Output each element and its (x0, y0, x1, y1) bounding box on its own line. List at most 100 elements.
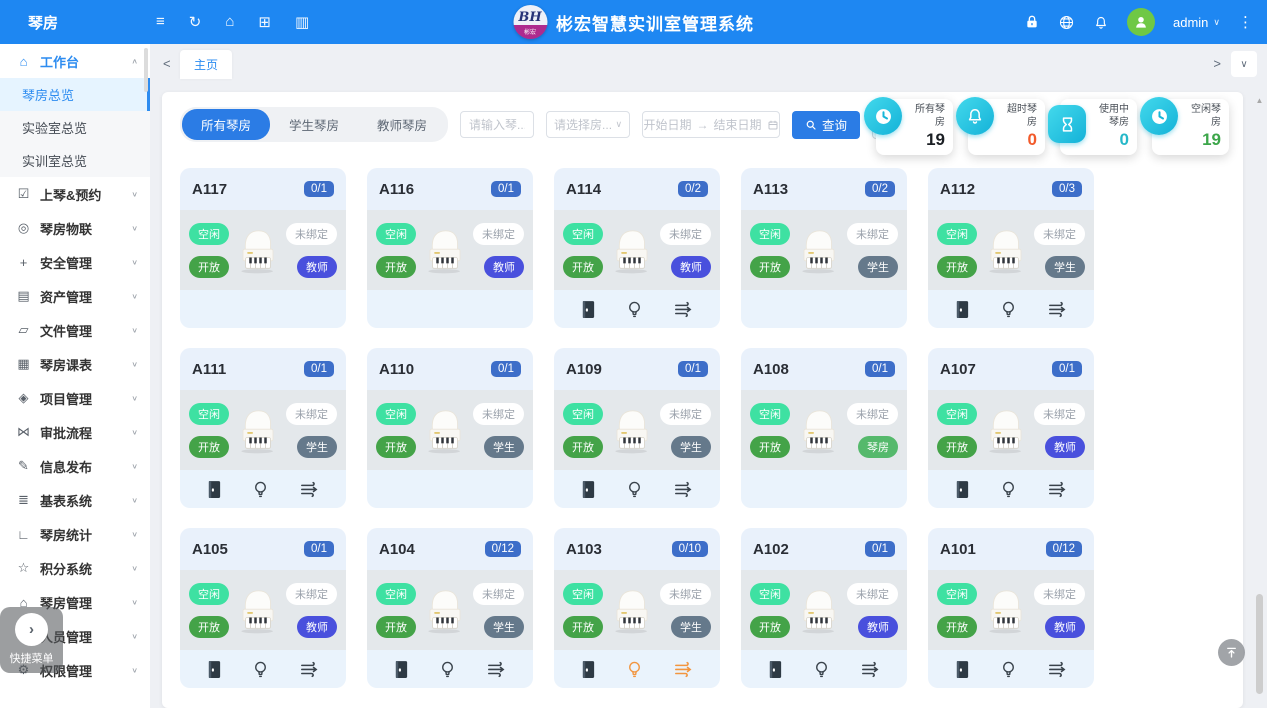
sidebar-item-schedule[interactable]: ▦ 琴房课表 ∨ (0, 347, 150, 381)
sidebar-item-checkbox[interactable]: ☑ 上琴&预约 ∨ (0, 177, 150, 211)
air-icon[interactable] (673, 660, 693, 678)
door-icon[interactable] (955, 300, 970, 319)
tab-actions-button[interactable]: ∨ (1231, 51, 1257, 77)
door-icon[interactable] (581, 480, 596, 499)
room-card-A109[interactable]: A109 0/1 空闲 开放 (554, 348, 720, 508)
air-icon[interactable] (1047, 660, 1067, 678)
room-open-tag: 开放 (937, 616, 977, 638)
air-icon[interactable] (673, 480, 693, 498)
sidebar-item-home[interactable]: ⌂ 工作台 ∧ (0, 44, 150, 78)
sidebar-item-publish[interactable]: ✎ 信息发布 ∨ (0, 449, 150, 483)
refresh-icon[interactable]: ↻ (189, 13, 202, 31)
room-select[interactable]: 请选择房... ∨ (546, 111, 630, 138)
sidebar-item-assets[interactable]: ▤ 资产管理 ∨ (0, 279, 150, 313)
sidebar-item-pin[interactable]: ◎ 琴房物联 ∨ (0, 211, 150, 245)
light-icon[interactable] (252, 480, 269, 499)
door-icon[interactable] (207, 660, 222, 679)
room-card-A117[interactable]: A117 0/1 空闲 开放 (180, 168, 346, 328)
light-icon[interactable] (439, 660, 456, 679)
quick-menu-overlay[interactable]: › 快捷菜单 (0, 607, 63, 673)
room-card-A111[interactable]: A111 0/1 空闲 开放 (180, 348, 346, 508)
room-card-A101[interactable]: A101 0/12 空闲 开放 (928, 528, 1094, 688)
sidebar-item-tables[interactable]: ≣ 基表系统 ∨ (0, 483, 150, 517)
date-range-picker[interactable]: 开始日期 → 结束日期 (642, 111, 780, 138)
dashboard-icon[interactable]: ▥ (295, 13, 309, 31)
quick-menu-expand-button[interactable]: › (15, 613, 48, 646)
sidebar-subitem[interactable]: 琴房总览 (0, 78, 150, 111)
more-options-icon[interactable]: ⋮ (1238, 13, 1253, 31)
room-card-A107[interactable]: A107 0/1 空闲 开放 (928, 348, 1094, 508)
sidebar-subitem[interactable]: 实验室总览 (0, 111, 150, 144)
room-card-A116[interactable]: A116 0/1 空闲 开放 (367, 168, 533, 328)
door-icon[interactable] (955, 480, 970, 499)
door-icon[interactable] (394, 660, 409, 679)
search-input[interactable] (460, 111, 534, 138)
door-icon[interactable] (207, 480, 222, 499)
sidebar-item-project[interactable]: ◈ 项目管理 ∨ (0, 381, 150, 415)
room-card-A103[interactable]: A103 0/10 空闲 开放 (554, 528, 720, 688)
tabs-scroll-left-icon[interactable]: < (163, 56, 171, 71)
room-card-header: A104 0/12 (367, 528, 533, 570)
air-icon[interactable] (299, 660, 319, 678)
bell-icon[interactable] (1093, 14, 1109, 31)
filter-segment-0[interactable]: 所有琴房 (182, 109, 270, 140)
query-button[interactable]: 查询 (792, 111, 860, 139)
chevron-icon: ∨ (131, 496, 138, 505)
sidebar-item-files[interactable]: ▱ 文件管理 ∨ (0, 313, 150, 347)
door-icon[interactable] (955, 660, 970, 679)
air-icon[interactable] (299, 480, 319, 498)
apps-grid-icon[interactable]: ⊞ (258, 13, 271, 31)
room-card-A105[interactable]: A105 0/1 空闲 开放 (180, 528, 346, 688)
door-icon[interactable] (768, 660, 783, 679)
back-to-top-button[interactable] (1218, 639, 1245, 666)
globe-icon[interactable] (1058, 14, 1075, 31)
light-icon[interactable] (813, 660, 830, 679)
door-icon[interactable] (581, 300, 596, 319)
sidebar-subitem[interactable]: 实训室总览 (0, 144, 150, 177)
light-icon[interactable] (626, 300, 643, 319)
piano-icon (792, 585, 846, 635)
avatar[interactable] (1127, 8, 1155, 36)
scrollbar-thumb[interactable] (1256, 594, 1263, 694)
sidebar-item-stats[interactable]: ∟ 琴房统计 ∨ (0, 517, 150, 551)
air-icon[interactable] (860, 660, 880, 678)
room-card-A113[interactable]: A113 0/2 空闲 开放 (741, 168, 907, 328)
light-icon[interactable] (1000, 480, 1017, 499)
filter-segment-2[interactable]: 教师琴房 (358, 109, 446, 140)
user-menu[interactable]: admin ∨ (1173, 15, 1220, 30)
tabs-scroll-right-icon[interactable]: > (1213, 56, 1221, 71)
main-scrollbar[interactable]: ▲ (1255, 96, 1264, 706)
sidebar-item-flow[interactable]: ⋈ 审批流程 ∨ (0, 415, 150, 449)
lock-icon[interactable] (1024, 14, 1040, 30)
room-card-A114[interactable]: A114 0/2 空闲 开放 (554, 168, 720, 328)
light-icon[interactable] (252, 660, 269, 679)
tab-home[interactable]: 主页 (180, 50, 232, 79)
chevron-icon: ∨ (131, 598, 138, 607)
chevron-icon: ∨ (131, 326, 138, 335)
door-icon[interactable] (581, 660, 596, 679)
calendar-icon (767, 119, 779, 131)
room-name: A110 (379, 361, 414, 378)
menu-fold-icon[interactable]: ≡ (156, 13, 165, 31)
scroll-up-icon[interactable]: ▲ (1255, 96, 1264, 105)
sidebar-item-points[interactable]: ☆ 积分系统 ∨ (0, 551, 150, 585)
light-icon[interactable] (1000, 660, 1017, 679)
room-card-body: 空闲 开放 未绑定 教师 (928, 390, 1094, 470)
room-card-A102[interactable]: A102 0/1 空闲 开放 (741, 528, 907, 688)
sidebar-item-shield[interactable]: + 安全管理 ∨ (0, 245, 150, 279)
air-icon[interactable] (486, 660, 506, 678)
room-card-header: A113 0/2 (741, 168, 907, 210)
light-icon[interactable] (1000, 300, 1017, 319)
room-bind-tag: 未绑定 (286, 403, 337, 425)
room-card-A112[interactable]: A112 0/3 空闲 开放 (928, 168, 1094, 328)
room-card-A108[interactable]: A108 0/1 空闲 开放 (741, 348, 907, 508)
light-icon[interactable] (626, 660, 643, 679)
room-card-A104[interactable]: A104 0/12 空闲 开放 (367, 528, 533, 688)
building-icon[interactable]: ⌂ (225, 13, 234, 31)
air-icon[interactable] (1047, 480, 1067, 498)
light-icon[interactable] (626, 480, 643, 499)
filter-segment-1[interactable]: 学生琴房 (270, 109, 358, 140)
air-icon[interactable] (673, 300, 693, 318)
room-card-A110[interactable]: A110 0/1 空闲 开放 (367, 348, 533, 508)
air-icon[interactable] (1047, 300, 1067, 318)
